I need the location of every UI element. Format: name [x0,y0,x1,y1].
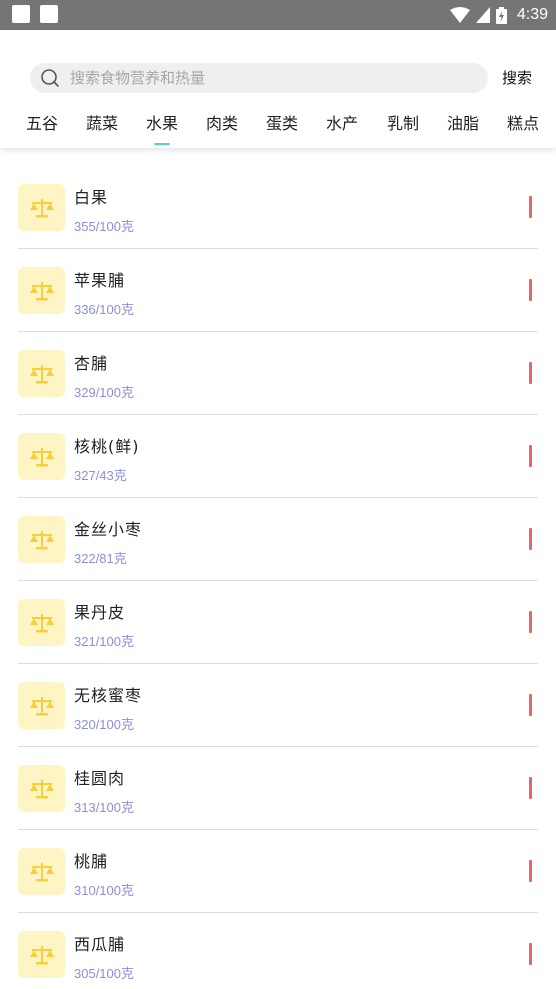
scale-icon [18,433,65,480]
food-name: 核桃(鲜) [74,437,140,456]
food-calorie: 305/100克 [74,966,134,981]
scale-icon [18,931,65,978]
tab-category[interactable]: 水产 [312,110,372,134]
calorie-level-bar [529,528,532,550]
food-name: 金丝小枣 [74,520,143,539]
notification-square-icon [12,5,30,23]
food-calorie: 322/81克 [74,551,127,566]
food-calorie: 329/100克 [74,385,134,400]
food-list-item[interactable]: 果丹皮 321/100克 [18,581,538,664]
active-tab-indicator [154,143,170,145]
search-box[interactable] [30,63,488,93]
calorie-level-bar [529,777,532,799]
search-button[interactable]: 搜索 [502,67,532,88]
food-name: 果丹皮 [74,603,126,622]
food-calorie: 310/100克 [74,883,134,898]
food-name: 白果 [74,188,109,207]
scale-icon [18,267,65,314]
scale-icon [18,350,65,397]
food-calorie: 320/100克 [74,717,134,732]
tab-category[interactable]: 油脂 [433,110,493,134]
signal-icon [475,7,490,23]
food-list-item[interactable]: 杏脯 329/100克 [18,332,538,415]
food-list-item[interactable]: 核桃(鲜) 327/43克 [18,415,538,498]
food-calorie: 321/100克 [74,634,134,649]
food-calorie: 313/100克 [74,800,134,815]
food-name: 桂圆肉 [74,769,126,788]
scale-icon [18,184,65,231]
food-list-item[interactable]: 白果 355/100克 [18,166,538,249]
scale-icon [18,516,65,563]
scale-icon [18,765,65,812]
food-list-item[interactable]: 苹果脯 336/100克 [18,249,538,332]
tab-category[interactable]: 五谷 [12,110,72,134]
calorie-level-bar [529,279,532,301]
calorie-level-bar [529,445,532,467]
food-list-item[interactable]: 金丝小枣 322/81克 [18,498,538,581]
calorie-level-bar [529,860,532,882]
calorie-level-bar [529,694,532,716]
battery-icon [495,6,507,24]
food-name: 苹果脯 [74,271,126,290]
tab-category[interactable]: 蛋类 [252,110,312,134]
calorie-level-bar [529,196,532,218]
food-calorie: 327/43克 [74,468,127,483]
food-name: 西瓜脯 [74,935,126,954]
food-name: 桃脯 [74,852,109,871]
status-time: 4:39 [516,6,548,23]
tab-category[interactable]: 肉类 [192,110,252,134]
header: 搜索 五谷蔬菜水果肉类蛋类水产乳制油脂糕点 [0,30,556,148]
notification-square-icon [40,5,58,23]
search-icon [41,69,59,87]
tab-category[interactable]: 糕点 [493,110,553,134]
food-list-item[interactable]: 西瓜脯 305/100克 [18,913,538,989]
tab-category[interactable]: 水果 [132,110,192,134]
calorie-level-bar [529,611,532,633]
food-list-item[interactable]: 无核蜜枣 320/100克 [18,664,538,747]
tab-category[interactable]: 乳制 [373,110,433,134]
food-name: 无核蜜枣 [74,686,143,705]
food-calorie: 336/100克 [74,302,134,317]
search-input[interactable] [70,69,450,87]
food-list-item[interactable]: 桃脯 310/100克 [18,830,538,913]
scale-icon [18,599,65,646]
category-tabs: 五谷 蔬菜 水果 肉类 蛋类 水产 乳制 油脂 糕点 [0,110,556,148]
calorie-level-bar [529,362,532,384]
status-bar: 4:39 [0,0,556,30]
wifi-icon [449,7,470,23]
scale-icon [18,848,65,895]
food-list-item[interactable]: 桂圆肉 313/100克 [18,747,538,830]
food-name: 杏脯 [74,354,109,373]
tab-category[interactable]: 蔬菜 [72,110,132,134]
scale-icon [18,682,65,729]
food-calorie: 355/100克 [74,219,134,234]
food-list: 白果 355/100克苹果脯 336/100克杏脯 329/100克核桃(鲜) 327/… [18,166,538,989]
calorie-level-bar [529,943,532,965]
